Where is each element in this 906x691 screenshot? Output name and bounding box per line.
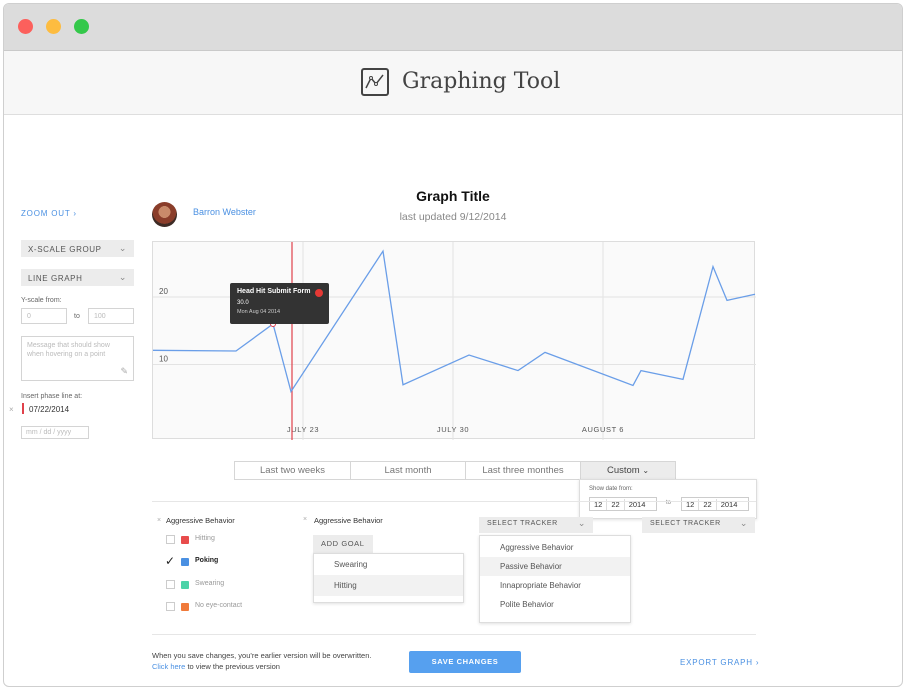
save-note-text-3: to view the previous version xyxy=(187,662,280,671)
date-yyyy: yyyy xyxy=(57,429,72,436)
y-from-input[interactable]: 0 xyxy=(21,308,67,324)
phase-line-label: Insert phase line at: xyxy=(21,393,83,400)
minimize-button[interactable] xyxy=(46,19,61,34)
y-scale-label: Y-scale from: xyxy=(21,297,62,304)
select-tracker-dropdown-2[interactable]: SELECT TRACKER ⌄ xyxy=(642,517,755,533)
tracker-item-no-eye-contact: No eye-contact xyxy=(195,602,243,609)
zoom-out-label: ZOOM OUT xyxy=(21,209,71,218)
save-note-text-2: overwritten. xyxy=(332,651,372,660)
chevron-down-icon: ⌄ xyxy=(577,518,586,528)
remove-phase-icon[interactable]: × xyxy=(9,405,14,414)
from-date-input[interactable]: 12 22 2014 xyxy=(589,497,657,511)
divider xyxy=(152,634,756,635)
chevron-down-icon: ⌄ xyxy=(118,243,127,253)
chevron-down-icon: ⌄ xyxy=(642,466,650,475)
checkbox-no-eye-contact[interactable] xyxy=(166,602,175,611)
to-date-input[interactable]: 12 22 2014 xyxy=(681,497,749,511)
date-dd: dd xyxy=(43,429,52,436)
select-tracker-dropdown[interactable]: SELECT TRACKER ⌄ xyxy=(479,517,593,533)
y-tick-label: 10 xyxy=(159,355,168,364)
tooltip-date: Mon Aug 04 2014 xyxy=(237,309,281,315)
chart-area[interactable]: 20 10 JULY 23 JULY 30 AUGUST 6 xyxy=(152,241,756,440)
user-name[interactable]: Barron Webster xyxy=(193,207,256,217)
hover-message-placeholder: Message that should show when hovering o… xyxy=(27,342,110,358)
color-swatch-no-eye-contact xyxy=(181,603,189,611)
goal-options-list: Swearing Hitting xyxy=(313,553,464,603)
tab-last-three-months[interactable]: Last three monthes xyxy=(466,462,581,479)
tab-last-two-weeks[interactable]: Last two weeks xyxy=(235,462,351,479)
goal-tracker-title: Aggressive Behavior xyxy=(314,516,383,525)
chevron-down-icon: ⌄ xyxy=(118,272,127,282)
tab-last-month[interactable]: Last month xyxy=(351,462,466,479)
custom-date-panel: Show date from: 12 22 2014 to 12 22 2014 xyxy=(579,479,757,519)
graph-type-dropdown[interactable]: LINE GRAPH ⌄ xyxy=(21,269,134,286)
color-swatch-swearing xyxy=(181,581,189,589)
export-graph-label: EXPORT GRAPH xyxy=(680,658,753,667)
tooltip-color-dot xyxy=(315,289,323,297)
tracker-item-hitting: Hitting xyxy=(195,535,215,542)
remove-tracker-icon[interactable]: × xyxy=(157,517,161,524)
save-note: When you save changes, you're earlier ve… xyxy=(152,650,372,672)
tracker-item-swearing: Swearing xyxy=(195,580,225,587)
save-note-text-1: When you save changes, you're earlier ve… xyxy=(152,651,331,660)
tab-custom-label: Custom xyxy=(606,465,640,476)
y-tick-label: 20 xyxy=(159,287,168,296)
title-bar xyxy=(4,4,902,51)
close-button[interactable] xyxy=(18,19,33,34)
x-tick-label: AUGUST 6 xyxy=(582,425,624,434)
tooltip-title: Head Hit Submit Form xyxy=(237,288,311,295)
app-header: Graphing Tool xyxy=(4,51,902,115)
tracker-option-aggressive[interactable]: Aggressive Behavior xyxy=(480,538,630,557)
x-scale-label: X-SCALE GROUP xyxy=(28,245,102,254)
divider xyxy=(152,501,756,502)
y-to-label: to xyxy=(74,313,80,320)
app-title: Graphing Tool xyxy=(402,69,561,94)
select-tracker-label-2: SELECT TRACKER xyxy=(650,520,721,527)
x-scale-dropdown[interactable]: X-SCALE GROUP ⌄ xyxy=(21,240,134,257)
color-swatch-poking xyxy=(181,558,189,566)
phase-marker xyxy=(22,403,24,414)
pencil-icon: ✎ xyxy=(120,366,128,376)
add-goal-button[interactable]: ADD GOAL xyxy=(313,535,373,553)
checkbox-hitting[interactable] xyxy=(166,535,175,544)
goal-option-swearing[interactable]: Swearing xyxy=(314,554,463,575)
app-window: Graphing Tool ZOOM OUT › X-SCALE GROUP ⌄ … xyxy=(3,3,903,687)
date-mm: mm xyxy=(26,429,38,436)
zoom-button[interactable] xyxy=(74,19,89,34)
phase-date[interactable]: 07/22/2014 xyxy=(29,405,69,414)
line-chart-icon xyxy=(361,68,389,96)
range-tabs: Last two weeks Last month Last three mon… xyxy=(234,461,676,480)
export-graph-link[interactable]: EXPORT GRAPH › xyxy=(680,658,759,667)
tracker-option-polite[interactable]: Polite Behavior xyxy=(480,595,630,614)
remove-goal-tracker-icon[interactable]: × xyxy=(303,516,307,523)
zoom-out-link[interactable]: ZOOM OUT › xyxy=(21,209,77,218)
avatar xyxy=(152,202,177,227)
select-tracker-label: SELECT TRACKER xyxy=(487,520,558,527)
graph-title[interactable]: Graph Title xyxy=(353,188,553,204)
hover-message-input[interactable]: Message that should show when hovering o… xyxy=(21,336,134,381)
tracker-option-passive[interactable]: Passive Behavior xyxy=(480,557,630,576)
tab-custom[interactable]: Custom ⌄ xyxy=(581,462,675,479)
new-phase-date-input[interactable]: mm / dd / yyyy xyxy=(21,426,89,439)
data-tooltip: Head Hit Submit Form 30.0 Mon Aug 04 201… xyxy=(230,283,329,324)
chevron-down-icon: ⌄ xyxy=(739,518,748,528)
goal-option-hitting[interactable]: Hitting xyxy=(314,575,463,596)
x-tick-label: JULY 30 xyxy=(437,425,469,434)
tooltip-value: 30.0 xyxy=(237,300,249,306)
tracker-option-innapropriate[interactable]: Innapropriate Behavior xyxy=(480,576,630,595)
save-changes-button[interactable]: SAVE CHANGES xyxy=(409,651,521,673)
graph-type-label: LINE GRAPH xyxy=(28,274,83,283)
line-chart[interactable]: 2010JULY 23 JULY 30 AUGUST 6 xyxy=(153,242,756,440)
checkmark-icon[interactable]: ✓ xyxy=(165,555,175,567)
last-updated: last updated 9/12/2014 xyxy=(399,211,507,223)
tracker-options-list: Aggressive Behavior Passive Behavior Inn… xyxy=(479,535,631,623)
tracker-item-poking: Poking xyxy=(195,557,219,564)
checkbox-swearing[interactable] xyxy=(166,580,175,589)
color-swatch-hitting xyxy=(181,536,189,544)
tracker-title: Aggressive Behavior xyxy=(166,516,235,525)
show-date-label: Show date from: xyxy=(589,486,633,492)
y-to-input[interactable]: 100 xyxy=(88,308,134,324)
previous-version-link[interactable]: Click here xyxy=(152,662,185,671)
